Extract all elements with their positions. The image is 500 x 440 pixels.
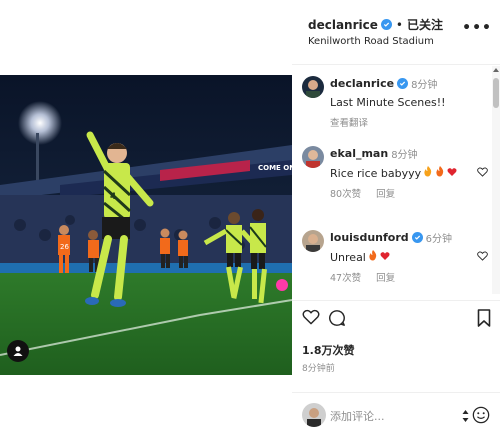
red-heart-emoji-icon: [447, 167, 457, 180]
action-bar: [292, 300, 500, 340]
comment-text: Rice rice babyyy: [330, 166, 422, 180]
fire-emoji-icon: [423, 166, 433, 180]
caption-time: 8分钟: [411, 80, 438, 91]
scroll-thumb[interactable]: [493, 78, 499, 108]
person-icon: [13, 346, 23, 356]
comment-composer: [292, 392, 500, 440]
commenter-avatar-image: [302, 146, 324, 168]
caption-text: Last Minute Scenes!!: [330, 96, 446, 109]
comment-bubble-icon[interactable]: [328, 309, 346, 331]
avatar: [302, 403, 326, 427]
tagged-users-button[interactable]: [7, 340, 29, 362]
fire-emoji-icon: [435, 166, 445, 180]
player-shirt-number: 26: [60, 243, 69, 251]
current-user-avatar-image: [302, 403, 326, 427]
post-panel: declanrice • 已关注 Kenilworth Road Stadium…: [292, 0, 500, 440]
emoji-picker-smiley-icon[interactable]: [472, 406, 490, 428]
author-avatar-image: [302, 76, 324, 98]
scroll-up-arrow-icon[interactable]: [493, 68, 499, 72]
football-celebration-image: COME ON 26 4: [0, 75, 292, 375]
avatar[interactable]: [302, 146, 324, 168]
comments-list: declanrice 8分钟 Last Minute Scenes!! 查看翻译: [292, 66, 492, 294]
header-separator: •: [395, 17, 403, 32]
fire-emoji-icon: [368, 250, 378, 264]
post-timestamp: 8分钟前: [302, 364, 335, 374]
post-photo[interactable]: COME ON 26 4: [0, 75, 292, 375]
translate-link[interactable]: 查看翻译: [330, 118, 368, 129]
like-comment-heart-icon[interactable]: [477, 246, 488, 265]
comment-username[interactable]: ekal_man: [330, 147, 388, 160]
like-count[interactable]: 1.8万次赞: [302, 342, 355, 358]
following-button[interactable]: 已关注: [407, 16, 443, 33]
verified-badge-icon: [411, 232, 423, 243]
banner-sponsor-text: COME ON: [258, 164, 292, 172]
input-stepper[interactable]: [462, 407, 469, 425]
avatar[interactable]: [302, 76, 324, 98]
comment-username[interactable]: louisdunford: [330, 231, 409, 244]
author-username[interactable]: declanrice: [308, 18, 378, 32]
avatar[interactable]: [302, 230, 324, 252]
comment-text: Unreal: [330, 250, 366, 264]
comment-time: 8分钟: [391, 150, 418, 161]
verified-badge-icon: [397, 78, 409, 89]
like-comment-heart-icon[interactable]: [477, 162, 488, 181]
comment-time: 6分钟: [425, 234, 453, 245]
more-options-button[interactable]: •••: [462, 20, 492, 36]
comment-like-count: 47次赞: [330, 273, 362, 284]
commenter-avatar-image: [302, 230, 324, 252]
red-heart-emoji-icon: [380, 251, 390, 264]
comment-input[interactable]: [330, 407, 450, 425]
like-heart-icon[interactable]: [302, 309, 320, 329]
reply-button[interactable]: 回复: [376, 273, 395, 284]
verified-badge-icon: [380, 19, 392, 30]
location-link[interactable]: Kenilworth Road Stadium: [308, 36, 434, 47]
main-player-number: 4: [110, 192, 116, 202]
reply-button[interactable]: 回复: [376, 189, 395, 200]
comments-scrollbar[interactable]: [492, 66, 500, 294]
comment-like-count: 80次赞: [330, 189, 362, 200]
media-column: COME ON 26 4: [0, 0, 292, 440]
post-header: declanrice • 已关注 Kenilworth Road Stadium…: [292, 0, 500, 65]
save-bookmark-icon[interactable]: [477, 309, 491, 331]
caption-username[interactable]: declanrice: [330, 77, 394, 90]
